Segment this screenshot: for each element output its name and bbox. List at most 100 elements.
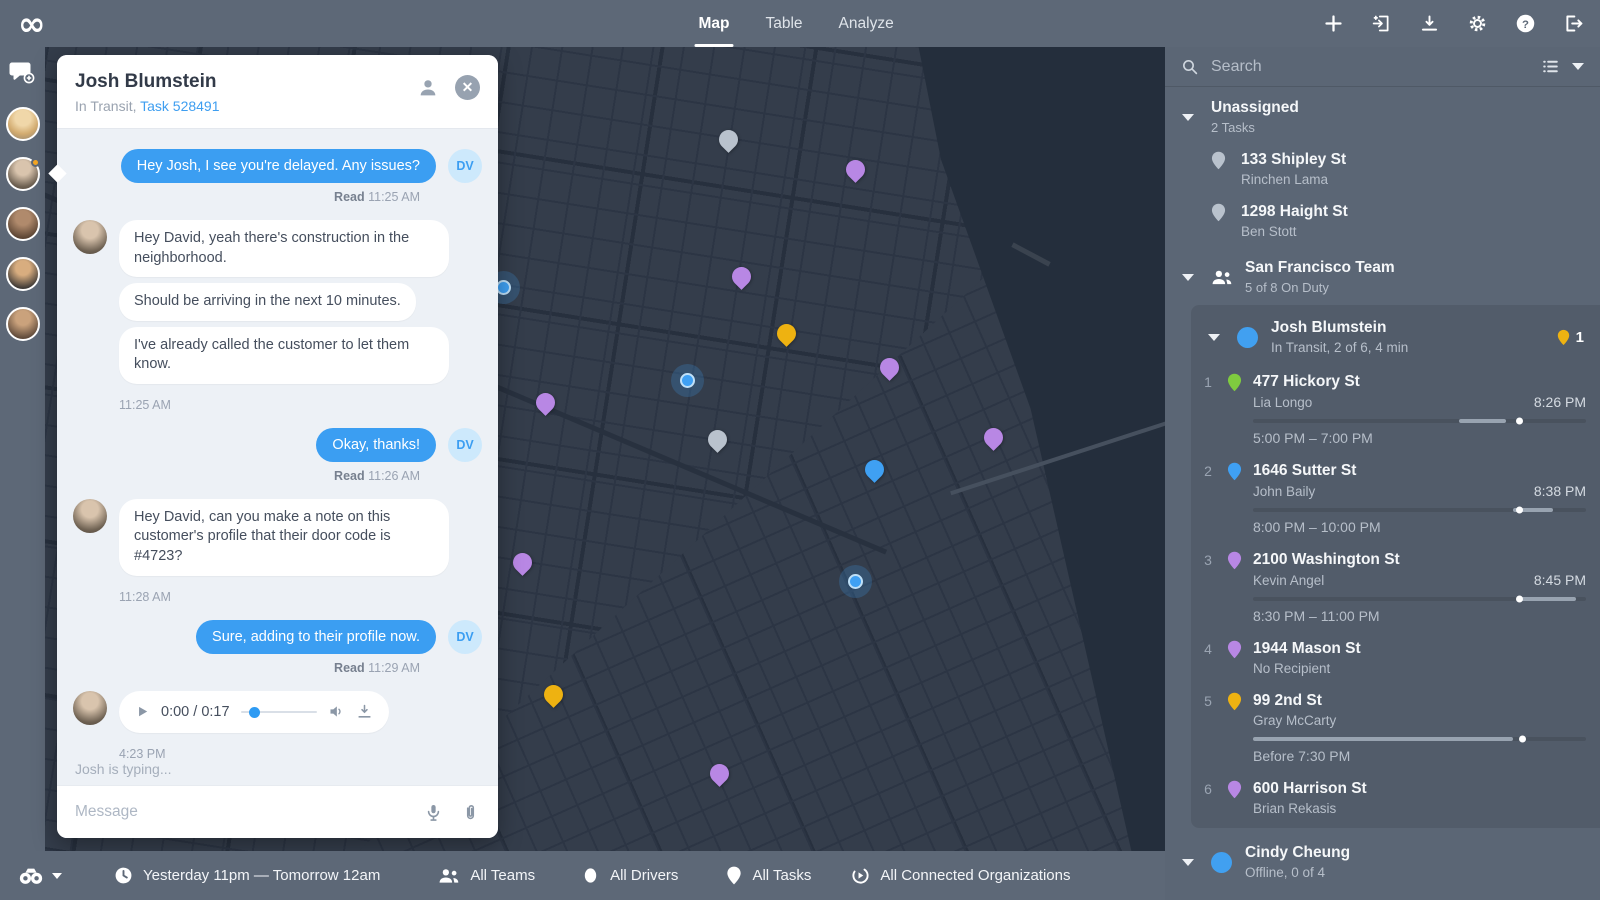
date-range-filter[interactable]: Yesterday 11pm — Tomorrow 12am (114, 866, 380, 885)
task-row[interactable]: 3 2100 Washington St Kevin Angel8:45 PM … (1191, 551, 1600, 624)
task-recipient: No Recipient (1253, 661, 1330, 676)
driver-location-dot[interactable] (848, 574, 863, 589)
connected-orgs-filter[interactable]: All Connected Organizations (851, 866, 1070, 885)
map-task-pin[interactable] (532, 389, 559, 416)
read-receipt: Read 11:25 AM (73, 190, 482, 204)
caret-down-icon[interactable] (1572, 63, 1584, 70)
audio-scrubber[interactable] (241, 706, 317, 718)
map-task-pin[interactable] (980, 424, 1007, 451)
download-icon[interactable] (1419, 13, 1440, 34)
collapse-caret-icon[interactable] (1182, 274, 1194, 281)
task-row[interactable]: 1 477 Hickory St Lia Longo8:26 PM 5:00 P… (1191, 373, 1600, 446)
driver-avatar-josh[interactable] (6, 157, 40, 191)
message-input[interactable] (75, 803, 406, 821)
map-task-pin[interactable] (773, 320, 800, 347)
task-number: 5 (1191, 692, 1225, 709)
task-progress (1253, 419, 1586, 423)
message-bubble: I've already called the customer to let … (119, 327, 449, 384)
driver-avatar-3[interactable] (6, 207, 40, 241)
task-recipient: Kevin Angel (1253, 573, 1324, 588)
timestamp: 11:25 AM (119, 398, 171, 412)
tasks-filter[interactable]: All Tasks (726, 866, 811, 885)
volume-icon[interactable] (328, 703, 345, 720)
driver-avatar-1[interactable] (6, 107, 40, 141)
map-task-pin[interactable] (861, 456, 888, 483)
top-actions: ? (1323, 0, 1584, 47)
list-icon[interactable] (1541, 57, 1560, 76)
task-pin-icon (1227, 640, 1242, 659)
task-address: 600 Harrison St (1253, 780, 1586, 798)
drivers-filter[interactable]: All Drivers (581, 866, 678, 885)
download-icon[interactable] (356, 703, 373, 720)
map-task-pin[interactable] (715, 126, 742, 153)
task-pin-icon (1227, 780, 1242, 799)
map-task-pin[interactable] (509, 549, 536, 576)
mic-icon[interactable] (424, 803, 443, 822)
sender-avatar: DV (448, 428, 482, 462)
message-outgoing: Hey Josh, I see you're delayed. Any issu… (73, 149, 482, 183)
map-task-pin[interactable] (728, 263, 755, 290)
read-receipt: Read 11:26 AM (73, 469, 482, 483)
person-icon[interactable] (417, 77, 439, 99)
task-pin-icon (1227, 373, 1242, 392)
map-task-pin[interactable] (706, 760, 733, 787)
play-icon[interactable] (135, 704, 150, 719)
task-eta: 8:45 PM (1534, 572, 1586, 588)
task-eta: 8:38 PM (1534, 483, 1586, 499)
lookout-filter[interactable] (18, 866, 62, 886)
teams-filter[interactable]: All Teams (438, 866, 535, 885)
task-number: 3 (1191, 551, 1225, 568)
unassigned-task-row[interactable]: 133 Shipley St Rinchen Lama (1165, 151, 1600, 187)
task-pin-icon (1227, 692, 1242, 711)
help-icon[interactable]: ? (1515, 13, 1536, 34)
message-bubble: Hey David, can you make a note on this c… (119, 499, 449, 576)
task-address: 133 Shipley St (1241, 151, 1346, 169)
group-sf-team[interactable]: San Francisco Team 5 of 8 On Duty (1165, 259, 1600, 295)
task-row[interactable]: 4 1944 Mason St No Recipient (1191, 640, 1600, 676)
gear-icon[interactable] (1467, 13, 1488, 34)
task-address: 99 2nd St (1253, 692, 1586, 710)
map-task-pin[interactable] (842, 156, 869, 183)
unassigned-task-row[interactable]: 1298 Haight St Ben Stott (1165, 203, 1600, 239)
chat-contact-status: In Transit, Task 528491 (75, 98, 417, 114)
collapse-caret-icon[interactable] (1208, 334, 1220, 341)
plus-icon[interactable] (1323, 13, 1344, 34)
driver-avatar-4[interactable] (6, 257, 40, 291)
driver-location-dot[interactable] (680, 373, 695, 388)
task-address: 477 Hickory St (1253, 373, 1586, 391)
chat-contact-name: Josh Blumstein (75, 71, 417, 93)
tab-table[interactable]: Table (765, 0, 802, 47)
task-link[interactable]: Task 528491 (140, 98, 219, 114)
onfleet-logo-icon[interactable]: ∞ (18, 2, 46, 46)
collapse-caret-icon[interactable] (1182, 114, 1194, 121)
driver-row-cindy[interactable]: Cindy Cheung Offline, 0 of 4 (1165, 834, 1600, 894)
collapse-caret-icon[interactable] (1182, 859, 1194, 866)
scrubber-handle[interactable] (249, 707, 260, 718)
group-unassigned[interactable]: Unassigned 2 Tasks (1165, 99, 1600, 135)
close-icon[interactable]: ✕ (455, 75, 480, 100)
team-icon (1211, 268, 1233, 286)
audio-time: 0:00 / 0:17 (161, 704, 230, 720)
map-task-pin[interactable] (876, 354, 903, 381)
task-row[interactable]: 5 99 2nd St Gray McCarty Before 7:30 PM (1191, 692, 1600, 764)
tab-analyze[interactable]: Analyze (839, 0, 894, 47)
map-task-pin[interactable] (704, 426, 731, 453)
task-row[interactable]: 6 600 Harrison St Brian Rekasis (1191, 780, 1600, 816)
logout-icon[interactable] (1563, 13, 1584, 34)
driver-row-josh[interactable]: Josh Blumstein In Transit, 2 of 6, 4 min… (1191, 309, 1600, 357)
driver-status-dot (1211, 852, 1232, 873)
search-input[interactable] (1211, 58, 1529, 76)
paperclip-icon[interactable] (461, 803, 480, 822)
task-recipient: Brian Rekasis (1253, 801, 1336, 816)
task-row[interactable]: 2 1646 Sutter St John Baily8:38 PM 8:00 … (1191, 462, 1600, 535)
message-outgoing: Sure, adding to their profile now. DV (73, 620, 482, 654)
driver-avatar-5[interactable] (6, 307, 40, 341)
map-task-pin[interactable] (540, 681, 567, 708)
search-icon (1181, 58, 1199, 76)
new-chat-icon[interactable] (9, 60, 36, 85)
driver-status: In Transit, 2 of 6, 4 min (1271, 340, 1557, 355)
message-incoming: Hey David, can you make a note on this c… (73, 499, 482, 604)
import-icon[interactable] (1371, 13, 1392, 34)
chat-message-list: Hey Josh, I see you're delayed. Any issu… (57, 129, 498, 785)
tab-map[interactable]: Map (698, 0, 729, 47)
